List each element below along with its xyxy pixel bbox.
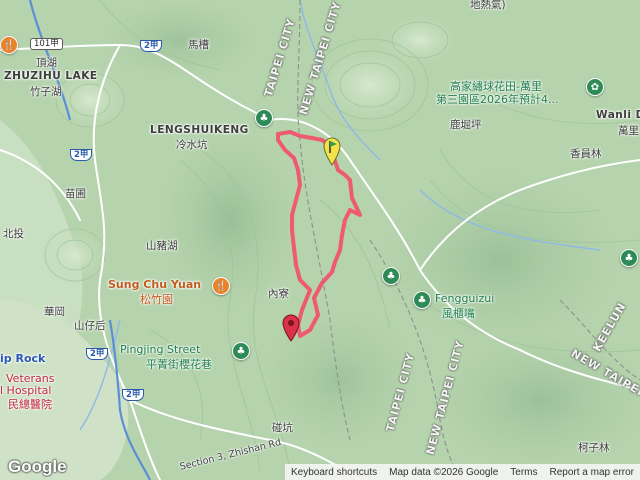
label-lengshuikeng-zh: 冷水坑 bbox=[176, 139, 208, 151]
fork-knife-icon[interactable]: 🍴 bbox=[0, 36, 18, 54]
poi-fengguizui[interactable]: Fengguizui bbox=[435, 292, 494, 305]
map-data-text: Map data ©2026 Google bbox=[389, 466, 499, 478]
google-logo[interactable]: Google bbox=[8, 457, 67, 477]
report-error-link[interactable]: Report a map error bbox=[544, 467, 640, 478]
park-icon[interactable]: ♣ bbox=[255, 109, 273, 127]
label-pingkeng: 碰坑 bbox=[272, 422, 293, 434]
poi-pingjing-street-zh[interactable]: 平菁街櫻花巷 bbox=[146, 356, 212, 372]
label-huagang: 華岡 bbox=[44, 306, 65, 318]
terms-link[interactable]: Terms bbox=[504, 467, 543, 478]
label-shanzhuhu: 山豬湖 bbox=[146, 240, 178, 252]
label-neiliao: 內寮 bbox=[268, 288, 289, 300]
fork-knife-icon[interactable]: 🍴 bbox=[212, 277, 230, 295]
park-icon[interactable]: ♣ bbox=[413, 291, 431, 309]
label-dinghu: 頂湖 bbox=[36, 57, 57, 69]
road-shield-2a-bottom: 2甲 bbox=[86, 348, 109, 360]
label-zhuzihu-zh: 竹子湖 bbox=[30, 86, 62, 98]
map-view[interactable]: ZHUZIHU LAKE 竹子湖 頂湖 馬槽 LENGSHUIKENG 冷水坑 … bbox=[0, 0, 640, 480]
flower-icon[interactable]: ✿ bbox=[586, 78, 604, 96]
poi-fengguizui-zh[interactable]: 風櫃嘴 bbox=[442, 305, 475, 321]
label-lengshuikeng: LENGSHUIKENG bbox=[150, 124, 249, 136]
label-macao: 馬槽 bbox=[188, 39, 209, 51]
label-miaopu: 苗圃 bbox=[65, 188, 86, 200]
poi-sung-chu-yuan-zh[interactable]: 松竹園 bbox=[140, 291, 173, 307]
label-wanli: Wanli D bbox=[596, 109, 640, 121]
road-shield-101a: 101甲 bbox=[30, 38, 63, 50]
trail-start-flag-marker[interactable] bbox=[322, 136, 342, 166]
label-dirrehqi: 地熱氣) bbox=[470, 0, 506, 11]
trail-end-pin-marker[interactable] bbox=[282, 314, 300, 342]
label-kezilin: 柯子林 bbox=[578, 442, 610, 454]
label-xiangyuanlin: 香員林 bbox=[570, 148, 602, 160]
poi-pingjing-street[interactable]: Pingjing Street bbox=[120, 343, 200, 356]
road-shield-2a-left: 2甲 bbox=[70, 149, 93, 161]
label-shanzihou: 山仔后 bbox=[74, 320, 106, 332]
label-zhuzihu-lake: ZHUZIHU LAKE bbox=[4, 70, 98, 82]
label-ip-rock: ip Rock bbox=[0, 352, 46, 365]
label-beitou: 北投 bbox=[3, 228, 24, 240]
keyboard-shortcuts-link[interactable]: Keyboard shortcuts bbox=[285, 467, 383, 478]
road-shield-2: 2甲 bbox=[122, 389, 145, 401]
label-lujuepin: 鹿堀坪 bbox=[450, 119, 482, 131]
label-veterans-zh: 民總醫院 bbox=[8, 398, 52, 411]
park-icon[interactable]: ♣ bbox=[382, 267, 400, 285]
poi-flower-farm-2[interactable]: 第三園區2026年預計4... bbox=[436, 91, 558, 107]
park-icon[interactable]: ♣ bbox=[620, 249, 638, 267]
attribution-bar: Keyboard shortcuts Map data ©2026 Google… bbox=[284, 464, 640, 480]
road-shield-2a-top: 2甲 bbox=[140, 40, 163, 52]
park-icon[interactable]: ♣ bbox=[232, 342, 250, 360]
label-wanli-zh: 萬里 bbox=[618, 125, 639, 137]
poi-sung-chu-yuan[interactable]: Sung Chu Yuan bbox=[108, 278, 201, 291]
